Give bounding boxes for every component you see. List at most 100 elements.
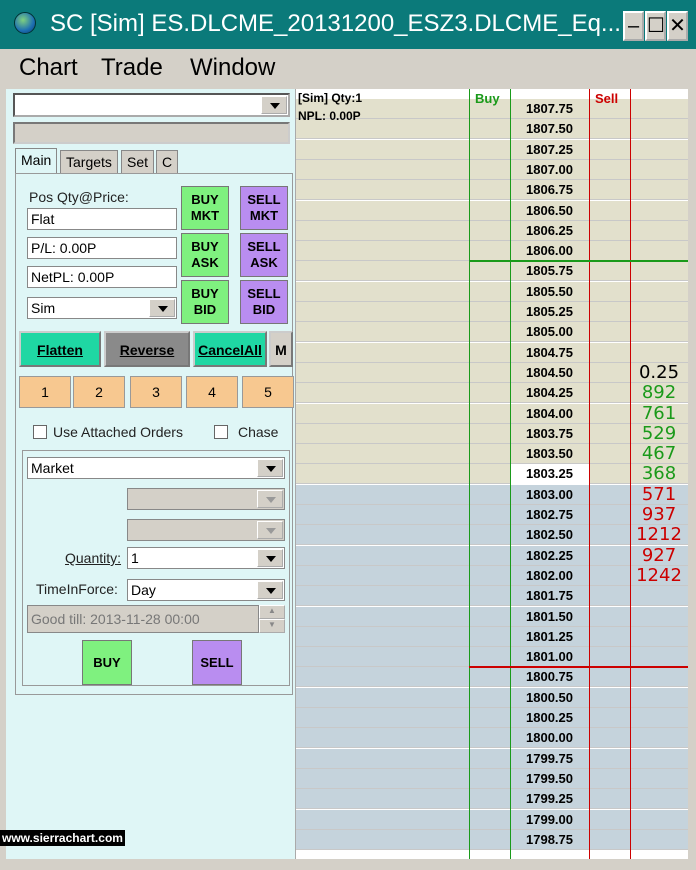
ladder-price: 1799.25 xyxy=(526,791,573,807)
cancel-all-button[interactable]: CancelAll xyxy=(193,331,267,367)
ladder-ask-size xyxy=(630,464,688,484)
reverse-button[interactable]: Reverse xyxy=(104,331,190,367)
ladder-price: 1799.00 xyxy=(526,811,573,827)
tab-set[interactable]: Set xyxy=(121,150,155,174)
qty-preset-1[interactable]: 1 xyxy=(19,376,71,408)
chevron-down-icon[interactable] xyxy=(149,299,175,317)
tab-main[interactable]: Main xyxy=(15,148,58,174)
chase-checkbox[interactable] xyxy=(214,425,228,439)
good-till-field: Good till: 2013-11-28 00:00 xyxy=(27,605,259,633)
ladder-price: 1805.50 xyxy=(526,283,573,299)
ladder-price: 1803.50 xyxy=(526,446,573,462)
chevron-down-icon[interactable] xyxy=(257,581,283,599)
buy-bid-button[interactable]: BUY BID xyxy=(181,280,229,324)
ladder-price: 1806.75 xyxy=(526,182,573,198)
netpl-field: NetPL: 0.00P xyxy=(27,266,177,288)
tif-select[interactable]: Day xyxy=(127,579,285,601)
quantity-value: 1 xyxy=(131,550,139,566)
qty-preset-5[interactable]: 5 xyxy=(242,376,294,408)
ladder-price: 1804.75 xyxy=(526,344,573,360)
sell-column-divider xyxy=(630,89,631,859)
ladder-ask-size xyxy=(630,424,688,444)
ladder-price: 1803.00 xyxy=(526,486,573,502)
order-type-value: Market xyxy=(31,460,74,476)
ladder-price: 1800.75 xyxy=(526,669,573,685)
ladder-price: 1804.25 xyxy=(526,385,573,401)
qty-preset-2[interactable]: 2 xyxy=(73,376,125,408)
minimize-button[interactable]: – xyxy=(623,11,644,41)
buy-ask-sub: ASK xyxy=(191,255,219,270)
qty-preset-4[interactable]: 4 xyxy=(186,376,238,408)
attached-orders-checkbox[interactable] xyxy=(33,425,47,439)
ladder-ask-size: 1242 xyxy=(636,564,682,586)
sell-ask-label: SELL xyxy=(247,239,281,254)
ladder-price: 1799.50 xyxy=(526,770,573,786)
app-window: SC [Sim] ES.DLCME_20131200_ESZ3.DLCME_Eq… xyxy=(0,0,696,870)
ladder-ask-size xyxy=(630,140,688,160)
ladder-ask-size xyxy=(630,160,688,180)
trade-account-select[interactable]: Sim xyxy=(27,297,177,319)
price1-select xyxy=(127,488,285,510)
sell-market-label: SELL xyxy=(247,192,281,207)
ladder-ask-size: 937 xyxy=(641,504,677,525)
buy-market-button[interactable]: BUY MKT xyxy=(181,186,229,230)
quantity-select[interactable]: 1 xyxy=(127,547,285,569)
ladder-ask-size xyxy=(630,363,688,383)
ladder-ask-size xyxy=(630,201,688,221)
sell-bid-button[interactable]: SELL BID xyxy=(240,280,288,324)
ladder-price: 1803.25 xyxy=(510,464,589,485)
current-price-line-green xyxy=(469,260,688,263)
ladder-ask-size xyxy=(630,282,688,302)
ladder-npl-info: NPL: 0.00P xyxy=(298,109,361,123)
flatten-button[interactable]: Flatten xyxy=(19,331,101,367)
buy-button[interactable]: BUY xyxy=(82,640,132,685)
chevron-down-icon[interactable] xyxy=(257,549,283,567)
ladder-price: 1800.25 xyxy=(526,710,573,725)
ladder-price: 1807.50 xyxy=(526,121,573,137)
account-combo[interactable] xyxy=(13,93,290,117)
more-button[interactable]: M xyxy=(269,331,293,367)
sell-ask-sub: ASK xyxy=(250,255,278,270)
menu-bar: Chart Trade Window xyxy=(0,49,696,87)
buy-ask-button[interactable]: BUY ASK xyxy=(181,233,229,277)
window-title: SC [Sim] ES.DLCME_20131200_ESZ3.DLCME_Eq… xyxy=(50,10,621,37)
price-column-right-divider xyxy=(589,89,590,859)
ladder-ask-size xyxy=(630,180,688,200)
reverse-label: Reverse xyxy=(119,342,175,358)
ladder-ask-size xyxy=(630,708,688,728)
ladder-price: 1802.50 xyxy=(526,527,573,543)
order-type-select[interactable]: Market xyxy=(27,457,285,479)
buy-bid-label: BUY xyxy=(191,286,219,301)
tab-targets[interactable]: Targets xyxy=(60,150,118,174)
menu-window[interactable]: Window xyxy=(190,54,275,82)
sell-ask-button[interactable]: SELL ASK xyxy=(240,233,288,277)
ladder-ask-size xyxy=(630,789,688,809)
qty-preset-3[interactable]: 3 xyxy=(130,376,182,408)
chevron-down-icon xyxy=(257,490,283,508)
tab-c[interactable]: C xyxy=(156,150,179,174)
spin-up-icon: ▲ xyxy=(259,605,285,619)
maximize-button[interactable]: ☐ xyxy=(645,11,666,41)
tif-label: TimeInForce: xyxy=(36,581,118,597)
sell-market-sub: MKT xyxy=(249,208,279,223)
menu-trade[interactable]: Trade xyxy=(101,54,163,82)
ladder-ask-size xyxy=(630,728,688,748)
ladder-ask-size xyxy=(630,404,688,424)
ladder-ask-size xyxy=(630,830,688,850)
sell-button[interactable]: SELL xyxy=(192,640,242,685)
ladder-ask-size xyxy=(630,241,688,261)
chevron-down-icon[interactable] xyxy=(261,96,287,114)
ladder-scrollbar[interactable] xyxy=(688,89,696,859)
buy-market-label: BUY xyxy=(191,192,219,207)
ladder-ask-size xyxy=(630,607,688,627)
sell-bid-sub: BID xyxy=(252,302,276,317)
menu-chart[interactable]: Chart xyxy=(19,54,78,82)
sell-market-button[interactable]: SELL MKT xyxy=(240,186,288,230)
ladder-ask-size: 571 xyxy=(641,483,677,505)
price-ladder[interactable]: 1807.75 1807.50 1807.25 1807.00 1806.75 1806.… xyxy=(296,89,688,859)
chevron-down-icon[interactable] xyxy=(257,459,283,477)
sell-column-header: Sell xyxy=(595,91,619,106)
close-button[interactable]: ✕ xyxy=(667,11,688,41)
ladder-price: 1801.25 xyxy=(526,628,573,644)
buy-market-sub: MKT xyxy=(190,208,220,223)
